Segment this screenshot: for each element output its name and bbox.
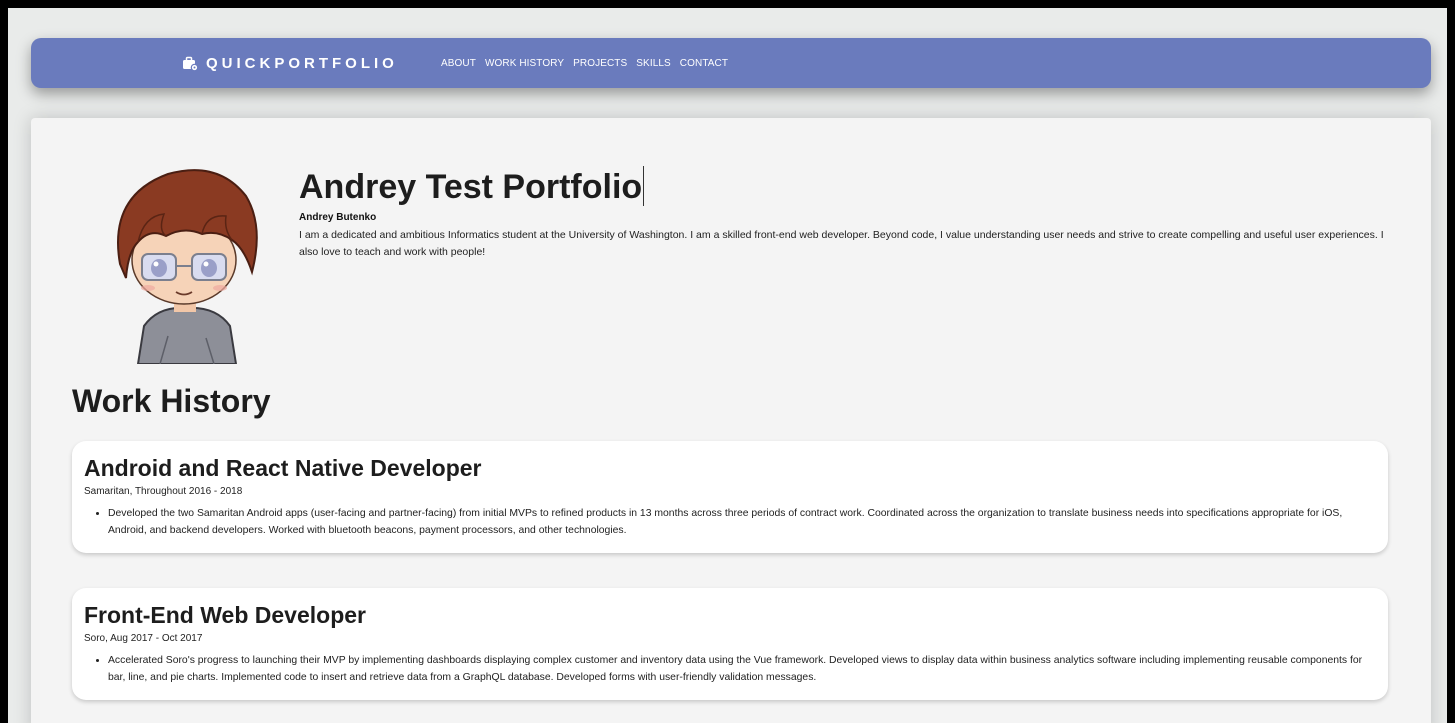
browser-viewport: QUICKPORTFOLIO ABOUT WORK HISTORY PROJEC…: [8, 8, 1447, 723]
bio-text: I am a dedicated and ambitious Informati…: [299, 229, 1384, 258]
nav-links: ABOUT WORK HISTORY PROJECTS SKILLS CONTA…: [441, 38, 728, 88]
job-meta: Samaritan, Throughout 2016 - 2018: [84, 486, 243, 497]
job-bullet: Accelerated Soro's progress to launching…: [108, 652, 1376, 686]
work-history-heading: Work History: [72, 383, 271, 419]
nav-link-work-history[interactable]: WORK HISTORY: [485, 58, 564, 69]
job-bullets: Accelerated Soro's progress to launching…: [84, 652, 1376, 686]
nav-link-contact[interactable]: CONTACT: [680, 58, 728, 69]
about-section: Andrey Test Portfolio Andrey Butenko I a…: [299, 164, 1399, 261]
nav-link-about[interactable]: ABOUT: [441, 58, 476, 69]
briefcase-gear-icon: [182, 55, 199, 72]
job-card: Front-End Web Developer Soro, Aug 2017 -…: [72, 588, 1388, 700]
page-title-text: Andrey Test Portfolio: [299, 168, 643, 206]
brand-logo[interactable]: QUICKPORTFOLIO: [182, 38, 398, 88]
nav-link-skills[interactable]: SKILLS: [636, 58, 671, 69]
nav-link-projects[interactable]: PROJECTS: [573, 58, 627, 69]
job-title: Android and React Native Developer: [84, 455, 482, 481]
main-content: Andrey Test Portfolio Andrey Butenko I a…: [31, 118, 1431, 723]
text-caret: [643, 166, 645, 206]
job-title: Front-End Web Developer: [84, 602, 366, 628]
job-card: Android and React Native Developer Samar…: [72, 441, 1388, 553]
avatar: [98, 156, 274, 365]
author-name: Andrey Butenko: [299, 212, 377, 223]
job-bullet: Developed the two Samaritan Android apps…: [108, 505, 1376, 539]
job-meta: Soro, Aug 2017 - Oct 2017: [84, 633, 203, 644]
page-title[interactable]: Andrey Test Portfolio: [299, 164, 645, 210]
navbar: QUICKPORTFOLIO ABOUT WORK HISTORY PROJEC…: [31, 38, 1431, 88]
brand-name: QUICKPORTFOLIO: [206, 54, 398, 72]
job-bullets: Developed the two Samaritan Android apps…: [84, 505, 1376, 539]
